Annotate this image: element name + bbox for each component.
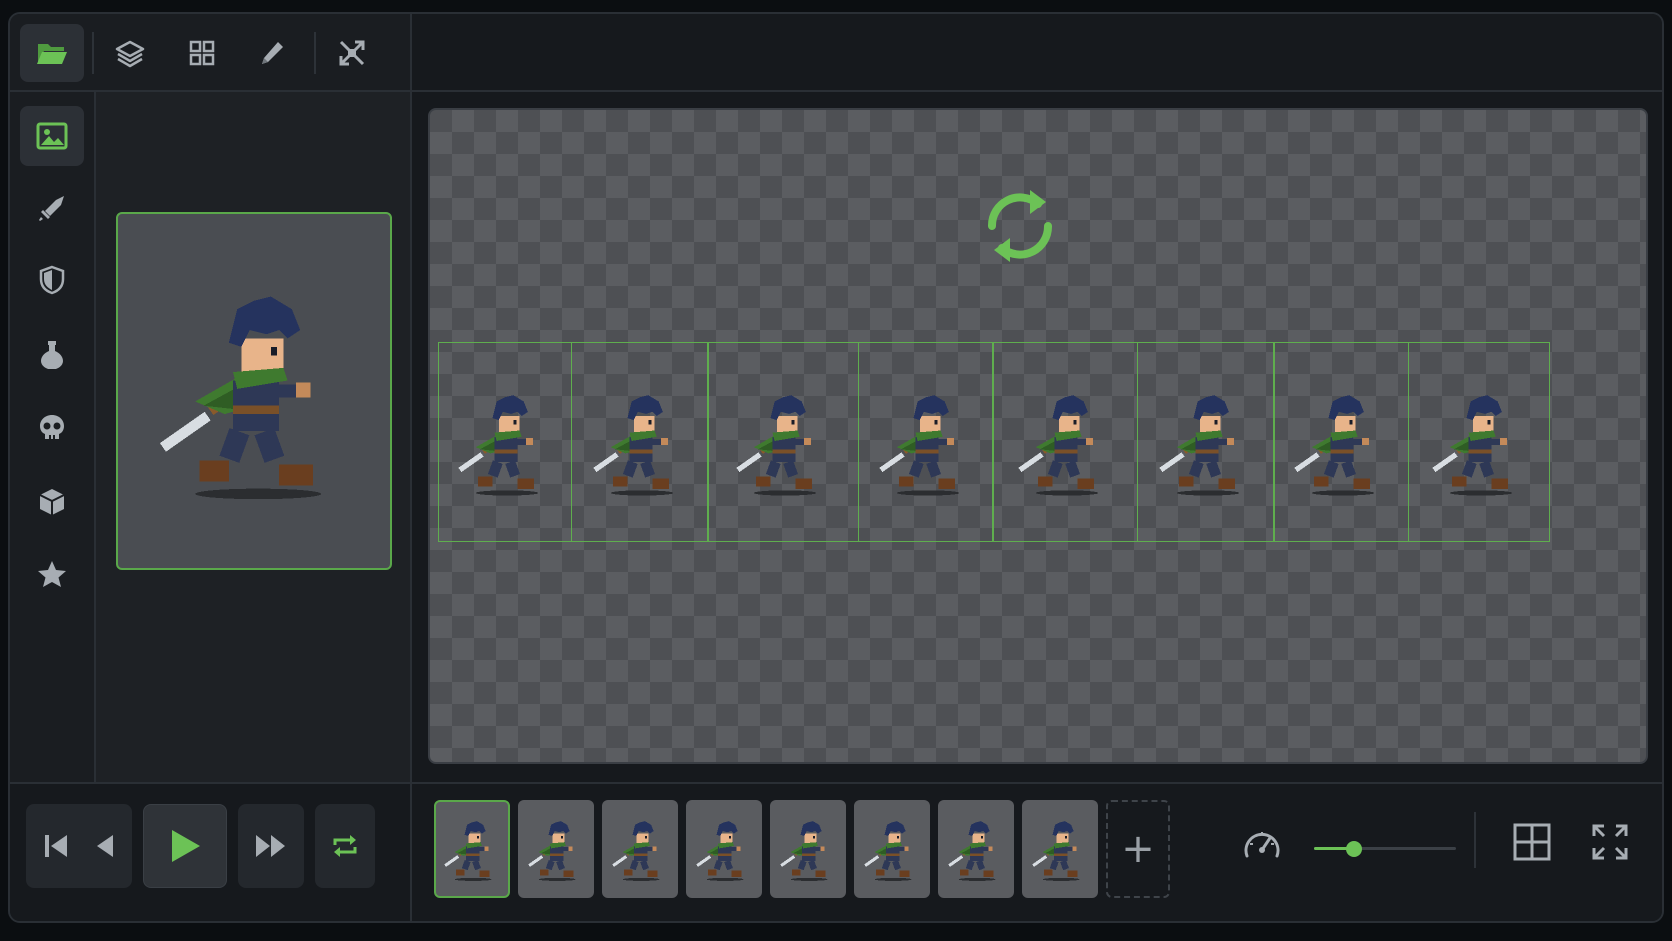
sprite-frame[interactable] — [438, 342, 572, 542]
hero-run-frame-sprite — [592, 395, 673, 496]
sprite-frame[interactable] — [570, 342, 709, 542]
timeline-frame-thumb[interactable] — [770, 800, 846, 898]
layers-icon — [115, 40, 145, 68]
layers-button[interactable] — [98, 24, 162, 82]
asset-category-rail — [10, 92, 96, 782]
slider-knob[interactable] — [1345, 841, 1362, 857]
loop-toggle-icon — [333, 835, 357, 857]
add-frame-button[interactable]: + — [1106, 800, 1170, 898]
speed-slider[interactable] — [1314, 841, 1456, 857]
shield-icon — [39, 265, 65, 295]
sidebar-item-images[interactable] — [20, 106, 84, 166]
hero-run-frame-sprite — [1294, 395, 1375, 496]
grid-button[interactable] — [170, 24, 234, 82]
sidebar-item-enemies[interactable] — [20, 398, 84, 458]
hero-run-frame-sprite — [1158, 395, 1239, 496]
hero-run-frame-sprite — [1431, 395, 1512, 496]
timeline-frame-thumb[interactable] — [938, 800, 1014, 898]
sprite-preview-box[interactable] — [116, 212, 392, 570]
fullscreen-icon[interactable] — [1590, 822, 1630, 862]
play-icon — [172, 830, 200, 862]
timeline-frame-thumb[interactable] — [1022, 800, 1098, 898]
sprite-frame[interactable] — [1273, 342, 1409, 542]
bottom-divider — [1474, 812, 1476, 868]
sidebar-item-armor[interactable] — [20, 250, 84, 310]
loop-refresh-icon[interactable] — [970, 176, 1070, 276]
hero-run-frame-sprite — [1018, 395, 1099, 496]
bottom-timeline-bar: + — [10, 782, 1662, 921]
timeline-frame-thumb[interactable] — [434, 800, 510, 898]
hero-run-frame-sprite — [878, 395, 959, 496]
potion-flask-icon — [41, 341, 63, 369]
animation-canvas[interactable] — [428, 108, 1648, 764]
sidebar-item-potions[interactable] — [20, 324, 84, 384]
skip-to-start-icon[interactable] — [41, 831, 71, 861]
sprite-frame[interactable] — [1407, 342, 1550, 542]
sidebar-item-weapons[interactable] — [20, 178, 84, 238]
hero-run-frame-sprite — [458, 395, 539, 496]
hero-run-thumb-sprite — [780, 821, 828, 881]
grid-view-icon[interactable] — [1512, 822, 1552, 862]
timeline-frame-thumb[interactable] — [602, 800, 678, 898]
playback-controls — [10, 784, 412, 921]
rewind-step-group — [26, 804, 132, 888]
hero-run-thumb-sprite — [1032, 821, 1080, 881]
sprite-frame[interactable] — [1136, 342, 1275, 542]
timeline-frame-thumb[interactable] — [854, 800, 930, 898]
pencil-icon — [262, 42, 283, 64]
hero-run-frame-sprite — [736, 395, 817, 496]
fast-forward-button[interactable] — [238, 804, 304, 888]
play-button[interactable] — [143, 804, 227, 888]
sprite-editor-window: + — [8, 12, 1664, 923]
tools-button[interactable] — [320, 24, 384, 82]
hero-run-thumb-sprite — [612, 821, 660, 881]
toolbar-divider — [92, 32, 94, 74]
top-toolbar-empty-area — [412, 14, 1662, 92]
open-folder-button[interactable] — [20, 24, 84, 82]
sprite-frame-strip — [438, 342, 1550, 542]
sidebar-item-objects[interactable] — [20, 472, 84, 532]
pencil-button[interactable] — [240, 24, 304, 82]
speedometer-icon — [1244, 832, 1280, 858]
top-toolbar — [10, 14, 412, 92]
sidebar-item-favorites[interactable] — [20, 544, 84, 604]
hero-run-thumb-sprite — [864, 821, 912, 881]
step-back-icon[interactable] — [93, 831, 117, 861]
star-icon — [38, 561, 66, 587]
sprite-frame[interactable] — [857, 342, 994, 542]
grid-icon — [189, 40, 215, 66]
hero-run-thumb-sprite — [948, 821, 996, 881]
sprite-preview-panel — [96, 92, 412, 782]
skull-icon — [40, 415, 64, 439]
tools-cross-icon — [339, 40, 365, 66]
sword-icon — [39, 196, 64, 221]
loop-toggle-button[interactable] — [315, 804, 375, 888]
cube-icon — [39, 489, 65, 515]
folder-open-icon — [37, 44, 67, 64]
sprite-frame[interactable] — [707, 342, 859, 542]
hero-run-sprite — [159, 296, 322, 500]
hero-run-thumb-sprite — [528, 821, 576, 881]
timeline-frame-thumb[interactable] — [518, 800, 594, 898]
timeline-frame-thumb[interactable] — [686, 800, 762, 898]
image-icon — [36, 122, 68, 150]
fast-forward-icon — [256, 835, 285, 857]
hero-run-thumb-sprite — [444, 821, 492, 881]
frame-timeline: + — [434, 800, 1170, 898]
hero-run-thumb-sprite — [696, 821, 744, 881]
toolbar-divider — [314, 32, 316, 74]
sprite-frame[interactable] — [992, 342, 1138, 542]
